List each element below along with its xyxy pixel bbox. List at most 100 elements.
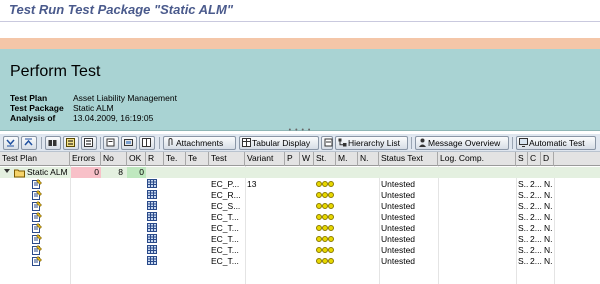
test-case-icon (32, 245, 42, 255)
traffic-light-icon (316, 212, 334, 223)
grid-icon (147, 234, 157, 243)
tabular-display-button[interactable]: Tabular Display (239, 136, 319, 150)
list-icon (324, 138, 333, 147)
toolbar-separator (159, 137, 160, 149)
expand-all-button[interactable] (3, 136, 19, 150)
col-r[interactable]: R (146, 152, 164, 166)
traffic-light-icon (316, 256, 334, 267)
grid-icon (147, 201, 157, 210)
result-icon[interactable] (147, 190, 157, 201)
variant-value (247, 245, 283, 256)
col-ok[interactable]: OK (127, 152, 146, 166)
d-value: N. (544, 201, 553, 211)
grid-icon (147, 245, 157, 254)
result-icon[interactable] (147, 212, 157, 223)
col-s[interactable]: S (516, 152, 528, 166)
col-c[interactable]: C (528, 152, 541, 166)
export-button[interactable] (121, 136, 137, 150)
table-row[interactable]: EC_T... Untested S...2...N. (0, 212, 600, 223)
tabular-options-button[interactable] (321, 136, 333, 150)
result-icon[interactable] (147, 234, 157, 245)
status-text: Untested (381, 234, 416, 244)
result-icon[interactable] (147, 179, 157, 190)
col-variant[interactable]: Variant (245, 152, 285, 166)
filter-button[interactable] (81, 136, 97, 150)
col-log-comp[interactable]: Log. Comp. (438, 152, 516, 166)
result-icon[interactable] (147, 256, 157, 267)
hierarchy-list-button[interactable]: Hierarchy List (335, 136, 408, 150)
test-plan-label: Test Plan (10, 93, 48, 103)
s-value: S... (518, 190, 529, 200)
toolbar-separator (41, 137, 42, 149)
message-overview-button[interactable]: Message Overview (415, 136, 509, 150)
table-row[interactable]: EC_S... Untested S...2...N. (0, 201, 600, 212)
sort-icon (66, 138, 75, 147)
root-ok: 0 (139, 167, 144, 177)
col-m[interactable]: M. (336, 152, 358, 166)
c-value: 2... (530, 256, 542, 266)
col-p[interactable]: P (285, 152, 300, 166)
tree-root-row[interactable]: Static ALM 0 8 0 (0, 167, 600, 178)
traffic-light-icon (316, 190, 334, 201)
test-name: EC_R... (211, 190, 241, 200)
automatic-test-label: Automatic Test (529, 138, 585, 148)
test-case-icon (32, 179, 42, 190)
test-case-icon (32, 234, 42, 244)
result-icon[interactable] (147, 223, 157, 234)
title-bar: Test Run Test Package "Static ALM" (0, 0, 600, 22)
col-w[interactable]: W (300, 152, 314, 166)
col-errors[interactable]: Errors (70, 152, 101, 166)
d-value: N. (544, 223, 553, 233)
table-row[interactable]: EC_T... Untested S...2...N. (0, 245, 600, 256)
test-case-icon (32, 256, 42, 266)
attachments-button[interactable]: Attachments (163, 136, 236, 150)
find-button[interactable] (45, 136, 61, 150)
filter-icon (84, 138, 93, 147)
col-test[interactable]: Test (209, 152, 245, 166)
grid-icon (147, 190, 157, 199)
status-text: Untested (381, 223, 416, 233)
table-row[interactable]: EC_T... Untested S...2...N. (0, 223, 600, 234)
col-no[interactable]: No (101, 152, 127, 166)
sort-button[interactable] (63, 136, 79, 150)
root-no: 8 (118, 167, 123, 177)
table-row[interactable]: EC_P... 13 Untested S...2...N. (0, 179, 600, 190)
c-value: 2... (530, 223, 542, 233)
test-case-icon (32, 212, 42, 222)
print-button[interactable] (103, 136, 119, 150)
col-d[interactable]: D (541, 152, 554, 166)
automatic-test-button[interactable]: Automatic Test (516, 136, 596, 150)
test-case-icon (32, 234, 42, 245)
table-row[interactable]: EC_T... Untested S...2...N. (0, 234, 600, 245)
result-icon[interactable] (147, 245, 157, 256)
traffic-light-icon (316, 223, 334, 234)
variant-value (247, 223, 283, 234)
col-st[interactable]: St. (314, 152, 336, 166)
col-status-text[interactable]: Status Text (379, 152, 438, 166)
layout-button[interactable] (139, 136, 155, 150)
c-value: 2... (530, 212, 542, 222)
d-value: N. (544, 190, 553, 200)
binoculars-icon (48, 140, 57, 146)
tree-expand-icon[interactable] (3, 167, 11, 178)
variant-value (247, 201, 283, 212)
col-te[interactable]: Te (186, 152, 209, 166)
d-value: N. (544, 212, 553, 222)
splitter-handle[interactable]: • • • • (280, 127, 320, 134)
test-name: EC_T... (211, 212, 239, 222)
d-value: N. (544, 234, 553, 244)
table-row[interactable]: EC_T... Untested S...2...N. (0, 256, 600, 267)
col-test-plan[interactable]: Test Plan (0, 152, 70, 166)
result-icon[interactable] (147, 201, 157, 212)
table-row[interactable]: EC_R... Untested S...2...N. (0, 190, 600, 201)
s-value: S... (518, 179, 529, 189)
folder-icon (14, 167, 25, 178)
test-case-icon (32, 190, 42, 201)
col-n[interactable]: N. (358, 152, 379, 166)
col-te-dot[interactable]: Te. (164, 152, 186, 166)
header-field-test-package: Test Package Static ALM (10, 103, 114, 113)
grid-icon (147, 256, 157, 265)
collapse-all-button[interactable] (21, 136, 37, 150)
c-value: 2... (530, 245, 542, 255)
grid-icon (147, 212, 157, 221)
